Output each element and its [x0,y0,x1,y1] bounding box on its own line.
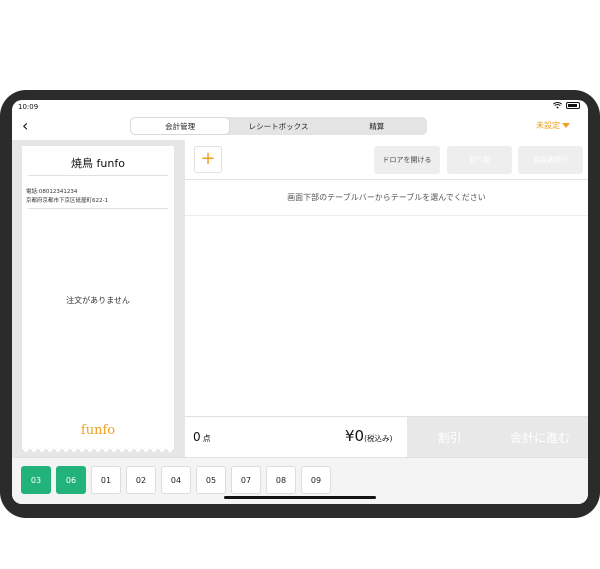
discount-button[interactable]: 割引 [407,417,492,457]
empty-orders-message: 注文がありません [66,296,130,305]
table-button[interactable]: 01 [91,466,121,494]
wifi-icon [553,102,562,109]
store-name: 焼鳥 funfo [71,157,125,170]
add-button[interactable]: + [194,146,222,173]
table-button[interactable]: 04 [161,466,191,494]
table-button[interactable]: 08 [266,466,296,494]
battery-icon [566,102,580,109]
home-indicator [224,496,376,499]
unset-dropdown[interactable]: 未設定 [536,120,570,131]
table-list: 03 06 01 02 04 05 07 08 09 [21,466,331,494]
action-toolbar: + ドロアを開ける 割り勘 領収書発行 [185,140,588,180]
app-screen: 10:09 ‹ 会計管理 レシートボックス 精算 未設定 焼鳥 funfo 電話… [12,100,588,504]
issue-receipt-button[interactable]: 領収書発行 [518,146,583,174]
tab-accounting[interactable]: 会計管理 [131,118,230,134]
open-drawer-button[interactable]: ドロアを開ける [374,146,440,174]
checkout-bar: 0点 ¥0(税込み) 割引 会計に進む [185,416,588,457]
caret-down-icon [562,123,570,128]
split-bill-button[interactable]: 割り勘 [447,146,512,174]
item-count: 0点 [193,430,211,444]
receipt-preview: 焼鳥 funfo 電話:08012341234 京都府京都市下京区砥屋町622-… [22,146,174,453]
table-button[interactable]: 05 [196,466,226,494]
receipt-zigzag-edge [22,448,174,453]
table-button[interactable]: 03 [21,466,51,494]
status-bar: 10:09 [12,100,588,114]
back-button[interactable]: ‹ [22,117,28,135]
table-button[interactable]: 09 [301,466,331,494]
unset-label: 未設定 [536,121,560,130]
table-button[interactable]: 07 [231,466,261,494]
store-phone: 電話:08012341234 [26,189,78,195]
tab-receipt-box[interactable]: レシートボックス [229,118,327,134]
segmented-control: 会計管理 レシートボックス 精算 [130,117,427,135]
tab-settlement[interactable]: 精算 [328,118,426,134]
divider [28,175,168,176]
status-time: 10:09 [18,103,39,111]
status-icons [553,102,580,109]
item-count-unit: 点 [202,434,211,443]
funfo-logo: funfo [80,423,116,438]
item-count-value: 0 [193,430,201,444]
store-address: 京都府京都市下京区砥屋町622-1 [26,198,108,204]
total-value: ¥0 [345,427,365,445]
divider [28,208,168,209]
table-button[interactable]: 02 [126,466,156,494]
tax-note: (税込み) [364,434,393,443]
receipt-pane: 焼鳥 funfo 電話:08012341234 京都府京都市下京区砥屋町622-… [12,140,185,457]
nav-bar: ‹ 会計管理 レシートボックス 精算 未設定 [12,114,588,140]
table-button[interactable]: 06 [56,466,86,494]
total-amount: ¥0(税込み) [345,427,392,445]
proceed-checkout-button[interactable]: 会計に進む [492,417,588,457]
table-select-hint: 画面下部のテーブルバーからテーブルを選んでください [185,180,588,216]
